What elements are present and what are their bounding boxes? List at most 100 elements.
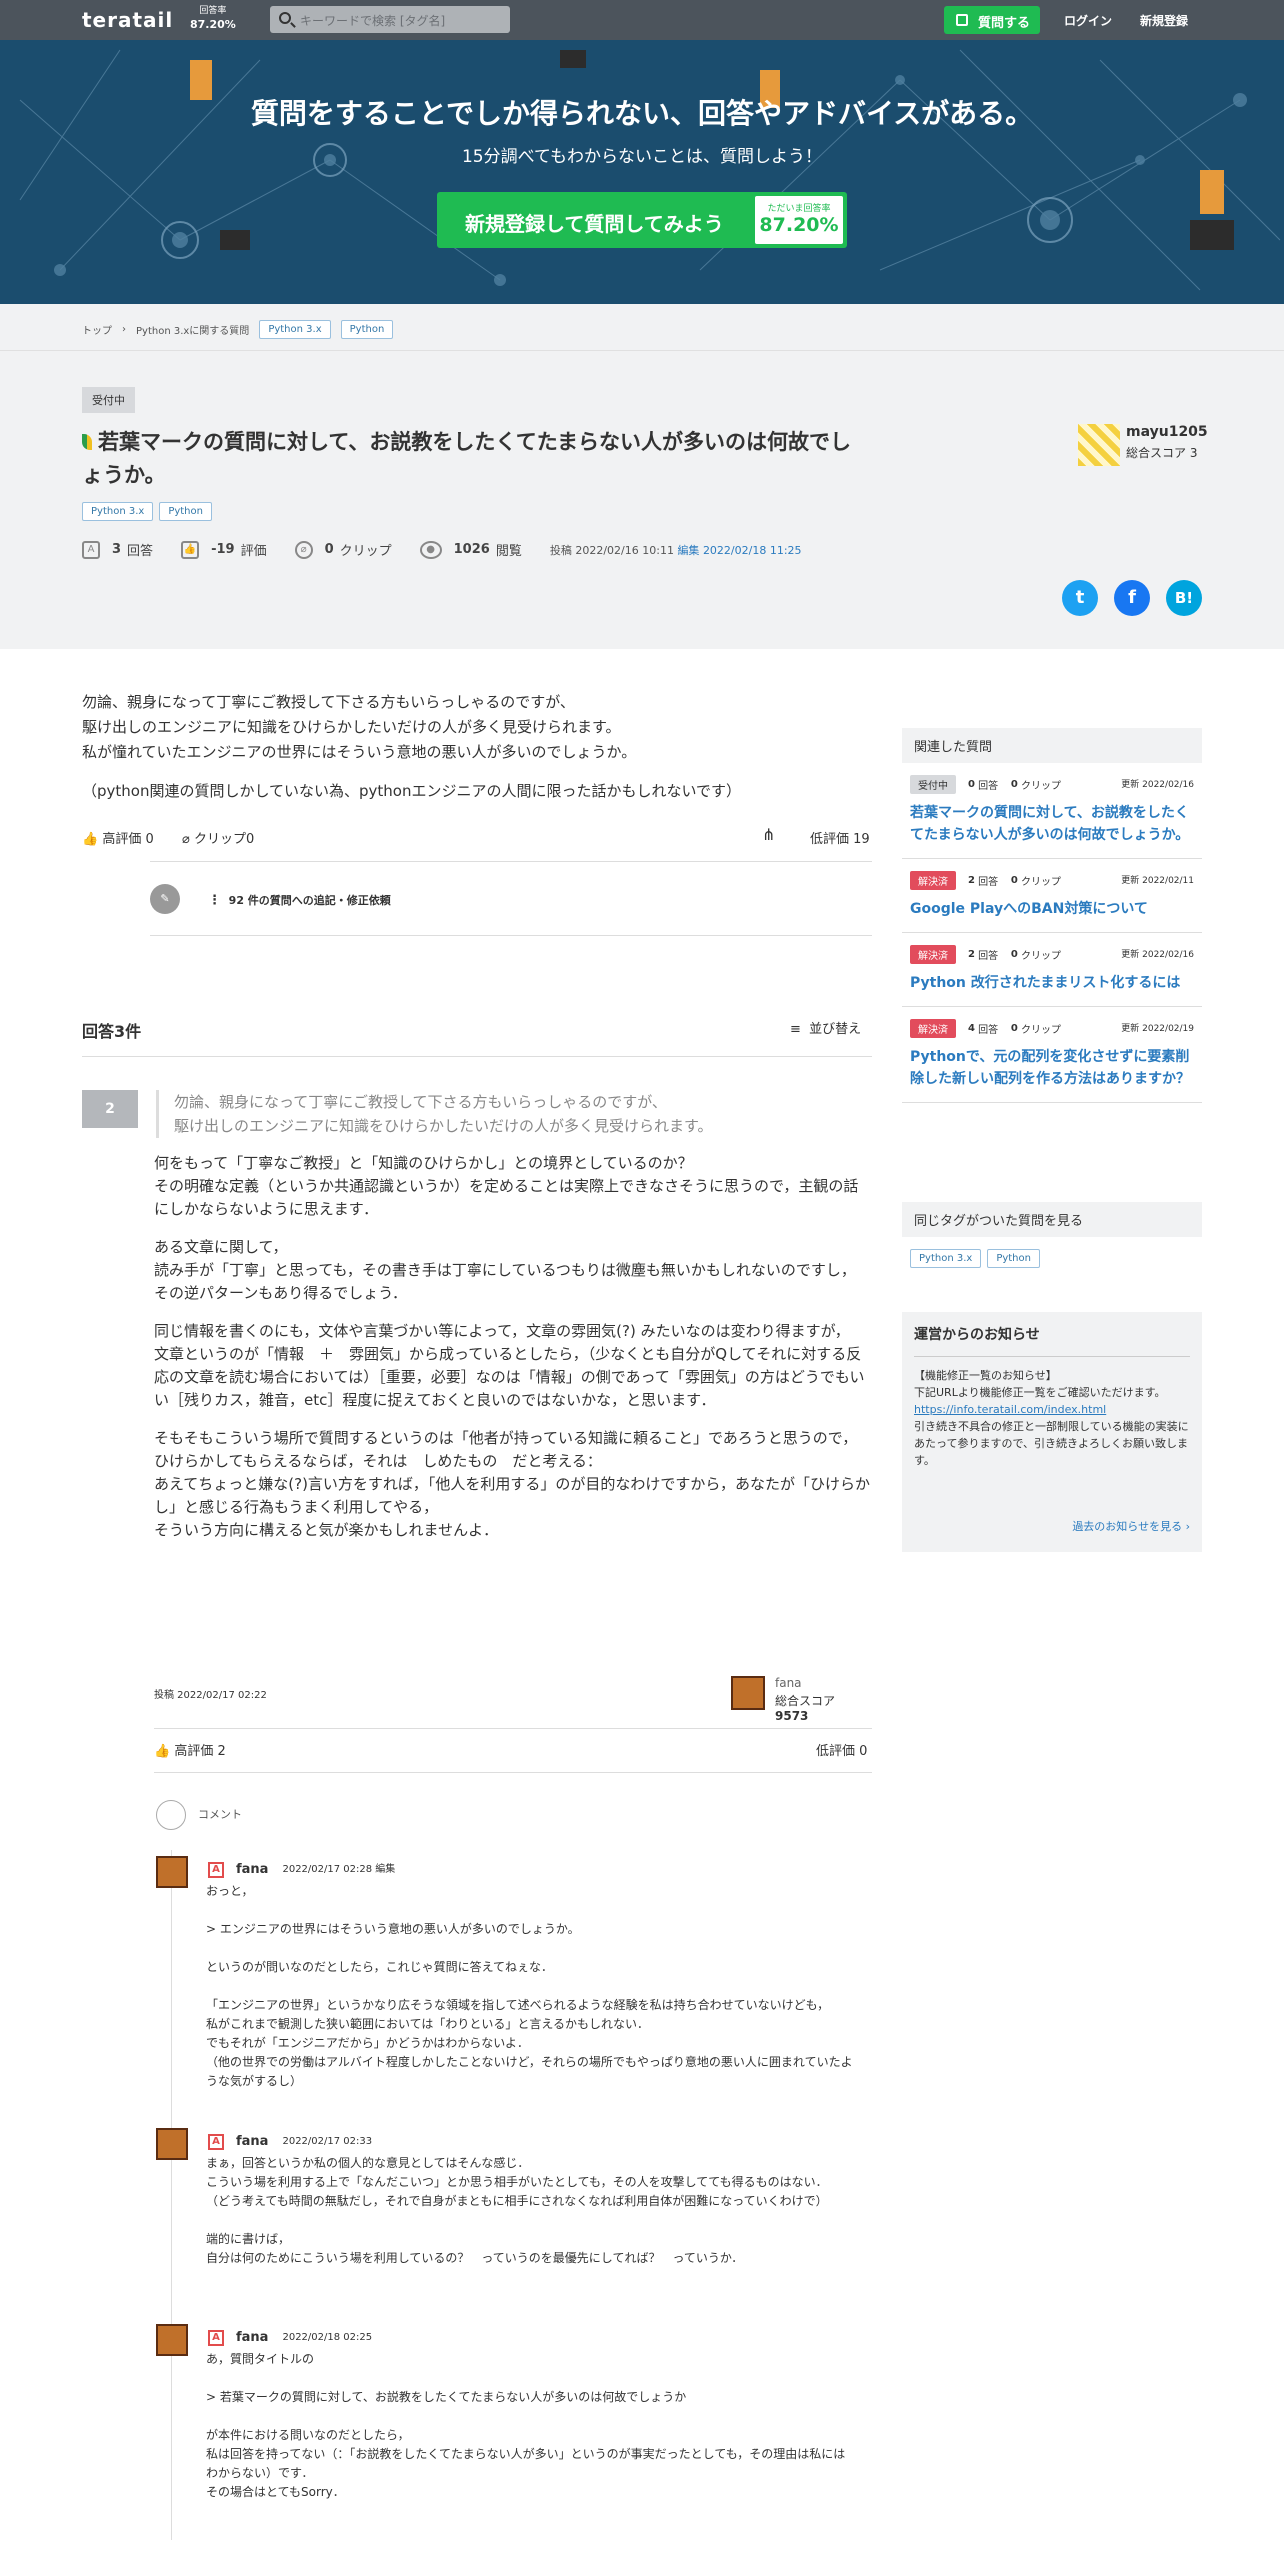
- score-count: 👍 -19 評価: [181, 540, 267, 559]
- avatar[interactable]: [156, 2324, 188, 2356]
- related-clip-count: 0: [1010, 875, 1018, 886]
- comment-text: おっと， > エンジニアの世界にはそういう意地の悪い人が多いのでしょうか。 とい…: [206, 1884, 853, 2088]
- answer-rate-label: 回答率: [199, 6, 227, 16]
- notice-line: 【機能修正一覧のお知らせ】: [914, 1369, 1057, 1382]
- comment-date: 2022/02/18 02:25: [282, 2332, 373, 2343]
- related-item[interactable]: 解決済 2 回答 0 クリップ 更新 2022/02/11 Google Playへの…: [902, 859, 1202, 933]
- answer-bad-button[interactable]: 低評価 0: [816, 1740, 867, 1759]
- body-line: 駆け出しのエンジニアに知識をひけらかしたいだけの人が多く見受けられます。: [82, 718, 621, 736]
- divider: [154, 1772, 872, 1773]
- author-name[interactable]: mayu1205: [1126, 424, 1208, 440]
- good-button[interactable]: 👍 高評価 0: [82, 828, 154, 847]
- related-title-link[interactable]: Python 改行されたままリスト化するには: [910, 972, 1194, 994]
- comment-date: 2022/02/17 02:33: [282, 2136, 373, 2147]
- search-input[interactable]: キーワードで検索 [タグ名]: [270, 6, 510, 33]
- question-body: 勿論、親身になって丁寧にご教授して下さる方もいらっしゃるのですが、 駆け出しのエ…: [82, 690, 872, 804]
- comment-author[interactable]: fana: [236, 2132, 268, 2151]
- teratail-logo[interactable]: teratail: [82, 8, 173, 32]
- related-title-link[interactable]: Pythonで、元の配列を変化させずに要素削除した新しい配列を作る方法はあります…: [910, 1046, 1194, 1090]
- related-item[interactable]: 解決済 4 回答 0 クリップ 更新 2022/02/19 Pythonで、元の配列を…: [902, 1007, 1202, 1103]
- edited-date[interactable]: 2022/02/18 11:25: [703, 544, 802, 557]
- sidebar-tag[interactable]: Python 3.x: [910, 1249, 982, 1268]
- question-author[interactable]: mayu1205 総合スコア 3: [1078, 424, 1208, 466]
- breadcrumb-top[interactable]: トップ: [82, 322, 112, 337]
- related-updated: 更新 2022/02/16: [1121, 950, 1194, 960]
- twitter-share-icon[interactable]: t: [1062, 580, 1098, 616]
- comment-edit-link[interactable]: 編集: [375, 1864, 395, 1875]
- edit-icon: [956, 14, 968, 26]
- related-clip-label: クリップ: [1021, 1025, 1062, 1036]
- related-answers-label: 回答: [978, 1025, 999, 1036]
- hero-banner: 質問をすることでしか得られない、回答やアドバイスがある。 15分調べてもわからな…: [0, 40, 1284, 304]
- answer-good-button[interactable]: 👍 高評価 2: [154, 1740, 226, 1759]
- bad-button[interactable]: 低評価 19: [810, 828, 870, 847]
- paperclip-icon: ⌀: [294, 540, 313, 559]
- clip-button[interactable]: ⌀ クリップ0: [182, 828, 254, 847]
- post-dates: 投稿 2022/02/16 10:11 編集 2022/02/18 11:25: [550, 542, 802, 558]
- answer-paragraph: 何をもって「丁寧なご教授」と「知識のひけらかし」との境界としているのか？ その明…: [154, 1154, 859, 1218]
- breadcrumb-category[interactable]: Python 3.xに関する質問: [136, 322, 249, 337]
- ask-question-button[interactable]: 質問する: [944, 6, 1040, 34]
- answer-quote: 勿論、親身になって丁寧にご教授して下さる方もいらっしゃるのですが、 駆け出しのエ…: [156, 1090, 872, 1138]
- good-label: 高評価 0: [102, 832, 154, 847]
- quote-line: 駆け出しのエンジニアに知識をひけらかしたいだけの人が多く見受けられます。: [174, 1117, 713, 1135]
- answer-paragraph: 同じ情報を書くのにも，文体や言葉づかい等によって，文章の雰囲気(?) みたいなの…: [154, 1322, 865, 1409]
- question-title: 若葉マークの質問に対して、お説教をしたくてたまらない人が多いのは何故でしょうか。: [82, 426, 872, 492]
- comment-author[interactable]: fana: [236, 2328, 268, 2347]
- comment: Afana 2022/02/17 02:28 編集 おっと， > エンジニアの世界…: [156, 1856, 856, 2116]
- question-title-text: 若葉マークの質問に対して、お説教をしたくてたまらない人が多いのは何故でしょうか。: [82, 430, 852, 487]
- same-tag-section: 同じタグがついた質問を見る Python 3.x Python: [902, 1202, 1202, 1268]
- answer-paragraph: そもそもこういう場所で質問するというのは「他者が持っている知識に頼ること」であろ…: [154, 1429, 870, 1539]
- question-meta: A 3 回答 👍 -19 評価 ⌀ 0 クリップ ● 1026 閲覧 投稿 2022/02/16…: [82, 540, 802, 559]
- related-answers-count: 0: [968, 779, 975, 790]
- share-icon[interactable]: ⋔: [762, 825, 775, 844]
- comment-author[interactable]: fana: [236, 1860, 268, 1879]
- related-item[interactable]: 受付中 0 回答 0 クリップ 更新 2022/02/16 若葉マークの質問に対して、…: [902, 763, 1202, 859]
- signup-cta-button[interactable]: 新規登録して質問してみよう ただいま回答率 87.20%: [437, 192, 847, 248]
- answer-author-name[interactable]: fana: [775, 1676, 802, 1690]
- chevron-right-icon: ›: [122, 324, 126, 335]
- search-icon: [279, 12, 291, 24]
- answer-icon: A: [82, 540, 100, 559]
- related-clip-label: クリップ: [1021, 877, 1062, 888]
- related-answers-count: 4: [968, 1023, 975, 1034]
- question-tag[interactable]: Python: [159, 502, 212, 521]
- notice-link[interactable]: https://info.teratail.com/index.html: [914, 1403, 1106, 1416]
- sidebar-tag[interactable]: Python: [987, 1249, 1040, 1268]
- related-title-link[interactable]: 若葉マークの質問に対して、お説教をしたくてたまらない人が多いのは何故でしょうか。: [910, 802, 1194, 846]
- question-tags: Python 3.x Python: [82, 502, 212, 521]
- sort-button[interactable]: ≡ 並び替え: [790, 1018, 861, 1037]
- facebook-share-icon[interactable]: f: [1114, 580, 1150, 616]
- signup-link[interactable]: 新規登録: [1140, 12, 1188, 29]
- answer-rate-value: 87.20%: [190, 18, 236, 31]
- avatar[interactable]: [156, 2128, 188, 2160]
- comment-header: Afana 2022/02/17 02:33: [208, 2132, 372, 2151]
- status-badge: 受付中: [82, 387, 135, 413]
- related-item[interactable]: 解決済 2 回答 0 クリップ 更新 2022/02/16 Python 改行されたま…: [902, 933, 1202, 1007]
- comment-icon: [156, 1800, 186, 1830]
- views-label: 閲覧: [495, 544, 522, 559]
- related-clip-count: 0: [1010, 949, 1018, 960]
- breadcrumb-tag[interactable]: Python: [340, 320, 394, 339]
- comment-text: まぁ，回答というか私の個人的な意見としてはそんな感じ． こういう場を利用する上で…: [206, 2156, 828, 2265]
- views-count: ● 1026 閲覧: [419, 540, 522, 559]
- past-notices-link[interactable]: 過去のお知らせを見る ›: [1072, 1518, 1190, 1534]
- vote-count: 2: [82, 1090, 138, 1128]
- answerer-badge-icon: A: [208, 1861, 224, 1878]
- same-tag-heading[interactable]: 同じタグがついた質問を見る: [902, 1202, 1202, 1237]
- related-title-link[interactable]: Google PlayへのBAN対策について: [910, 898, 1194, 920]
- question-tag[interactable]: Python 3.x: [82, 502, 154, 521]
- related-answers-label: 回答: [978, 781, 999, 792]
- related-clip-count: 0: [1010, 1023, 1018, 1034]
- avatar[interactable]: [731, 1676, 765, 1710]
- edit-history-link[interactable]: 編集: [677, 544, 699, 557]
- hatena-bookmark-icon[interactable]: B!: [1166, 580, 1202, 616]
- related-clip-count: 0: [1010, 779, 1018, 790]
- status-badge: 解決済: [910, 871, 956, 890]
- comment-date-text: 2022/02/17 02:28: [282, 1864, 373, 1875]
- avatar[interactable]: [156, 1856, 188, 1888]
- breadcrumb-tag[interactable]: Python 3.x: [259, 320, 331, 339]
- status-badge: 受付中: [910, 775, 956, 794]
- comment-text: あ，質問タイトルの > 若葉マークの質問に対して、お説教をしたくてたまらない人が…: [206, 2352, 846, 2499]
- login-link[interactable]: ログイン: [1064, 12, 1112, 29]
